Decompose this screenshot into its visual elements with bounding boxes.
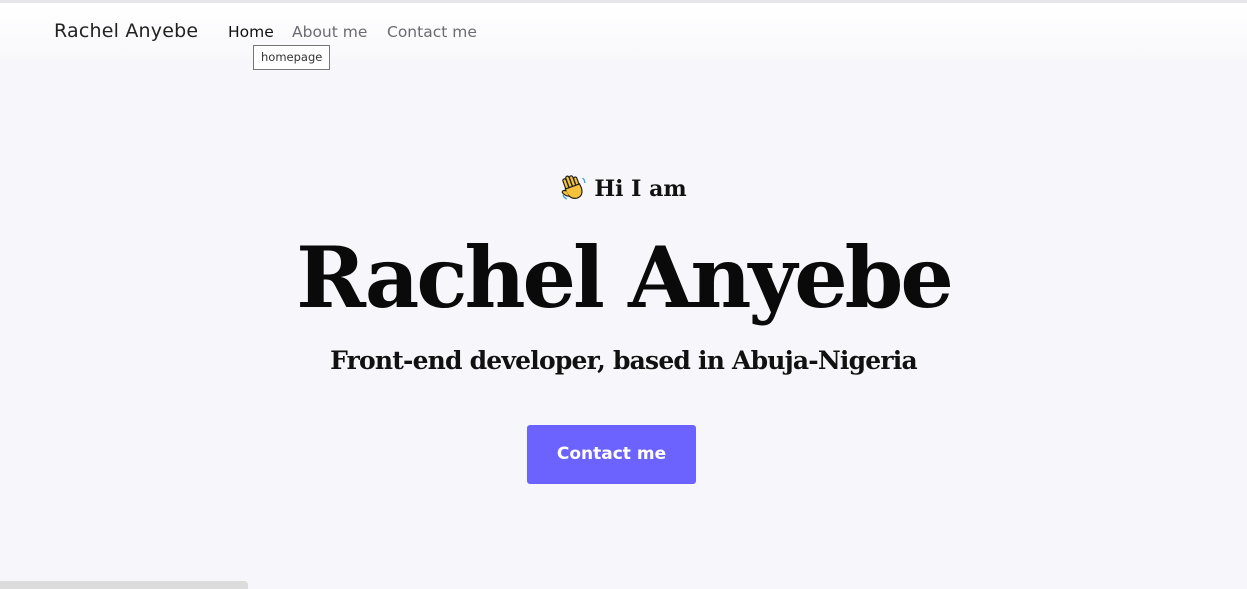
- greeting-text: Hi I am: [594, 176, 687, 202]
- hero-greeting: Hi I am: [0, 172, 1247, 206]
- nav-link-contact[interactable]: Contact me: [387, 23, 477, 41]
- brand-logo-link[interactable]: Rachel Anyebe: [54, 20, 198, 42]
- home-tooltip: homepage: [253, 45, 331, 70]
- waving-hand-icon: [560, 173, 588, 201]
- contact-me-button[interactable]: Contact me: [527, 425, 696, 484]
- hero-tagline: Front-end developer, based in Abuja-Nige…: [330, 346, 918, 375]
- horizontal-scrollbar-thumb[interactable]: [0, 581, 248, 589]
- hero-name: Rachel Anyebe: [296, 228, 954, 327]
- nav-link-home[interactable]: Home: [228, 23, 274, 41]
- nav-link-about[interactable]: About me: [292, 23, 367, 41]
- navbar: Rachel Anyebe Home About me Contact me: [0, 3, 1247, 61]
